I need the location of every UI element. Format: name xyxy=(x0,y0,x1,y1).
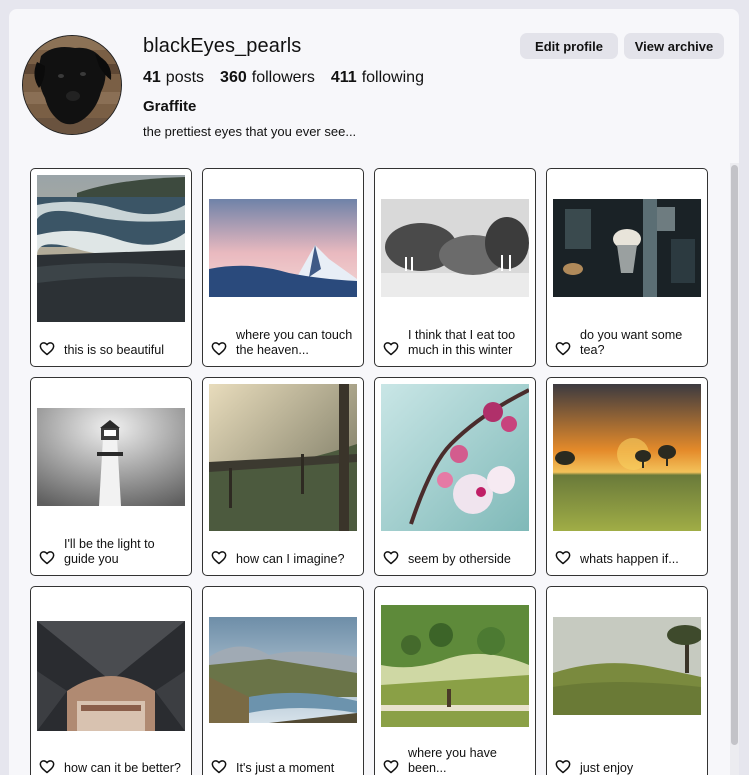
username: blackEyes_pearls xyxy=(143,35,302,57)
post-caption-row: I'll be the light to guide you xyxy=(39,537,185,567)
post-image[interactable] xyxy=(381,384,529,531)
post-image[interactable] xyxy=(209,617,357,723)
bio: the prettiest eyes that you ever see... xyxy=(143,124,357,139)
post-caption-row: seem by otherside xyxy=(383,550,529,567)
post-image[interactable] xyxy=(37,175,185,322)
heart-icon[interactable] xyxy=(39,341,55,356)
post-caption-row: how can it be better? xyxy=(39,759,185,775)
following-label: following xyxy=(361,69,424,86)
post-caption: just enjoy xyxy=(580,761,634,775)
heart-icon[interactable] xyxy=(39,759,55,774)
scrollbar[interactable] xyxy=(730,163,739,775)
followers-label: followers xyxy=(251,69,315,86)
profile-stats: 41 posts 360 followers 411 following xyxy=(143,69,424,87)
scrollbar-thumb[interactable] xyxy=(731,165,738,745)
edit-profile-button[interactable]: Edit profile xyxy=(520,33,618,59)
heart-icon[interactable] xyxy=(211,341,227,356)
post-card[interactable]: do you want some tea? xyxy=(546,168,708,367)
post-image[interactable] xyxy=(553,617,701,715)
post-image[interactable] xyxy=(209,384,357,531)
post-card[interactable]: seem by otherside xyxy=(374,377,536,576)
post-caption-row: where you have been... xyxy=(383,746,529,775)
post-image[interactable] xyxy=(37,621,185,731)
heart-icon[interactable] xyxy=(383,759,399,774)
heart-icon[interactable] xyxy=(211,550,227,565)
post-caption: where you can touch the heaven... xyxy=(236,328,353,357)
post-caption: I'll be the light to guide you xyxy=(64,537,155,566)
post-caption-row: just enjoy xyxy=(555,759,701,775)
post-card[interactable]: how can I imagine? xyxy=(202,377,364,576)
post-caption-row: where you can touch the heaven... xyxy=(211,328,357,358)
post-card[interactable]: how can it be better? xyxy=(30,586,192,775)
post-caption: how can I imagine? xyxy=(236,552,345,566)
post-image[interactable] xyxy=(381,199,529,297)
heart-icon[interactable] xyxy=(383,550,399,565)
posts-count: 41 xyxy=(143,69,161,86)
post-caption-row: It's just a moment xyxy=(211,759,357,775)
post-caption-row: do you want some tea? xyxy=(555,328,701,358)
posts-stat[interactable]: 41 posts xyxy=(143,69,204,87)
avatar[interactable] xyxy=(22,35,122,135)
heart-icon[interactable] xyxy=(555,759,571,774)
post-image[interactable] xyxy=(37,408,185,506)
profile-panel: blackEyes_pearls Edit profile View archi… xyxy=(9,9,739,775)
post-caption: how can it be better? xyxy=(64,761,181,775)
post-caption-row: whats happen if... xyxy=(555,550,701,567)
post-caption: where you have been... xyxy=(408,746,497,775)
post-caption: It's just a moment xyxy=(236,761,335,775)
post-image[interactable] xyxy=(209,199,357,297)
heart-icon[interactable] xyxy=(555,550,571,565)
post-image[interactable] xyxy=(381,605,529,727)
post-caption: whats happen if... xyxy=(580,552,679,566)
post-card[interactable]: where you can touch the heaven... xyxy=(202,168,364,367)
post-card[interactable]: It's just a moment xyxy=(202,586,364,775)
followers-count: 360 xyxy=(220,69,247,86)
heart-icon[interactable] xyxy=(39,550,55,565)
full-name: Graffite xyxy=(143,98,197,115)
following-count: 411 xyxy=(330,69,357,86)
post-caption-row: this is so beautiful xyxy=(39,341,185,358)
view-archive-button[interactable]: View archive xyxy=(624,33,724,59)
heart-icon[interactable] xyxy=(383,341,399,356)
post-image[interactable] xyxy=(553,384,701,531)
post-card[interactable]: I'll be the light to guide you xyxy=(30,377,192,576)
heart-icon[interactable] xyxy=(555,341,571,356)
post-image[interactable] xyxy=(553,199,701,297)
following-stat[interactable]: 411 following xyxy=(331,69,424,87)
post-caption: do you want some tea? xyxy=(580,328,683,357)
post-caption-row: I think that I eat too much in this wint… xyxy=(383,328,529,358)
post-caption: seem by otherside xyxy=(408,552,511,566)
posts-label: posts xyxy=(165,69,205,86)
post-caption-row: how can I imagine? xyxy=(211,550,357,567)
post-card[interactable]: whats happen if... xyxy=(546,377,708,576)
post-card[interactable]: I think that I eat too much in this wint… xyxy=(374,168,536,367)
heart-icon[interactable] xyxy=(211,759,227,774)
black-dog-avatar-icon xyxy=(23,36,121,134)
post-caption: I think that I eat too much in this wint… xyxy=(408,328,516,357)
post-card[interactable]: just enjoy xyxy=(546,586,708,775)
post-card[interactable]: where you have been... xyxy=(374,586,536,775)
post-card[interactable]: this is so beautiful xyxy=(30,168,192,367)
post-caption: this is so beautiful xyxy=(64,343,165,357)
followers-stat[interactable]: 360 followers xyxy=(220,69,315,87)
